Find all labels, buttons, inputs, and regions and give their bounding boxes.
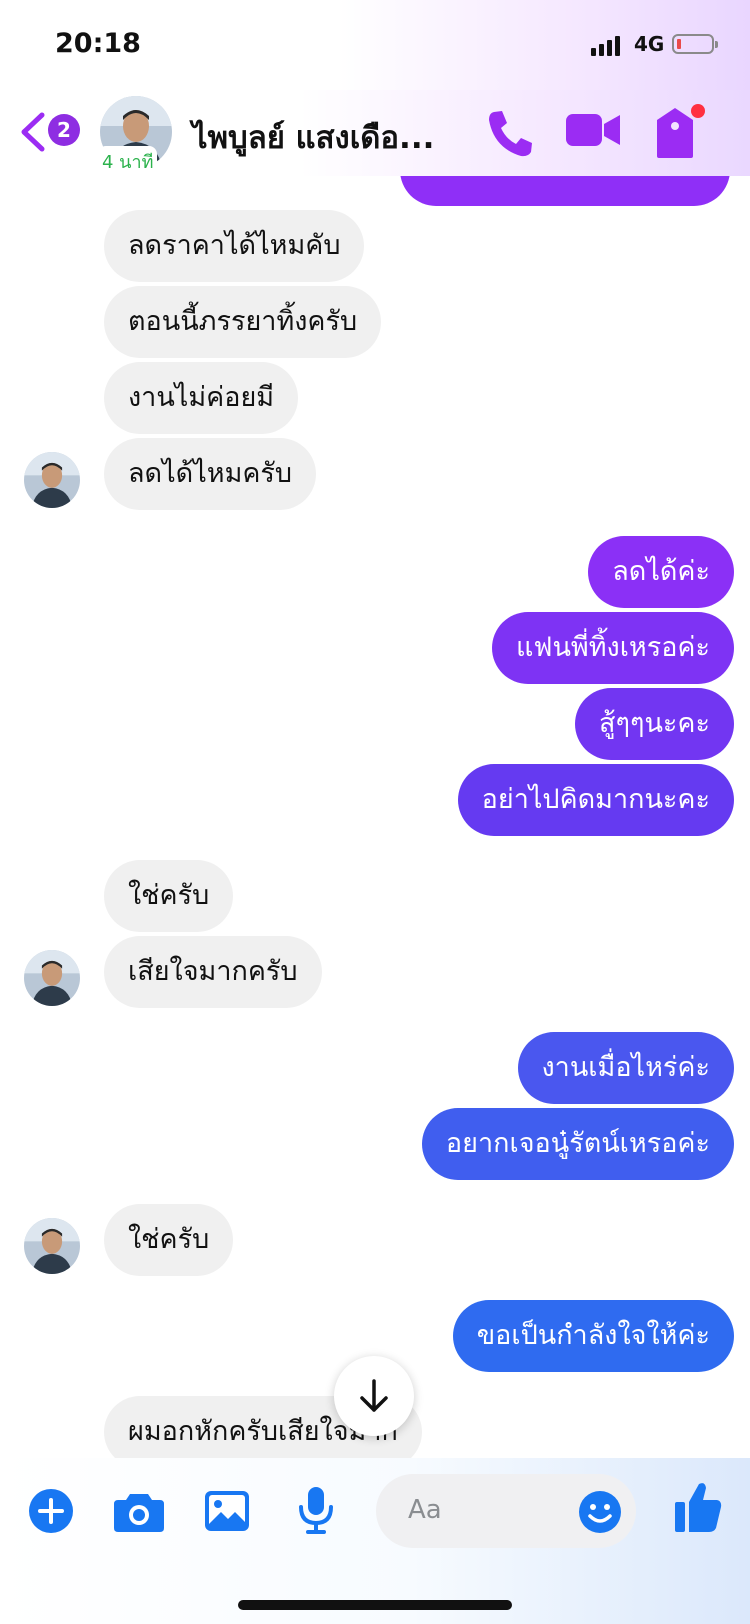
message-bubble-incoming[interactable]: ลดราคาได้ไหมคับ xyxy=(104,210,365,282)
signal-icon xyxy=(591,36,620,56)
video-camera-icon[interactable] xyxy=(566,110,620,150)
message-bubble-outgoing[interactable]: แฟนพี่ทิ้งเหรอค่ะ xyxy=(491,612,734,684)
image-icon[interactable] xyxy=(204,1490,250,1532)
message-bubble-incoming[interactable]: ตอนนี้ภรรยาทิ้งครับ xyxy=(104,286,382,358)
status-bar: 20:18 4G xyxy=(0,0,750,90)
phone-icon[interactable] xyxy=(486,108,532,158)
avatar[interactable] xyxy=(24,950,80,1006)
message-bubble-outgoing[interactable]: อยากเจอนู๋รัตน์เหรอค่ะ xyxy=(421,1108,734,1180)
back-button[interactable]: 2 xyxy=(18,110,82,154)
avatar[interactable] xyxy=(24,452,80,508)
message-bubble-outgoing[interactable]: อย่าไปคิดมากนะคะ xyxy=(457,764,734,836)
contact-name[interactable]: ไพบูลย์ แสงเดือ... xyxy=(192,112,434,162)
network-type: 4G xyxy=(634,32,665,56)
message-bubble-partial xyxy=(400,176,730,206)
camera-icon[interactable] xyxy=(114,1492,164,1532)
shop-tag-icon[interactable] xyxy=(656,102,710,160)
message-bubble-incoming[interactable]: ใช่ครับ xyxy=(104,860,234,932)
scroll-to-bottom-button[interactable] xyxy=(334,1356,414,1436)
home-indicator xyxy=(238,1600,512,1610)
message-list[interactable]: ลดราคาได้ไหมคับ ตอนนี้ภรรยาทิ้งครับ งานไ… xyxy=(0,176,750,1458)
message-bubble-outgoing[interactable]: งานเมื่อไหร่ค่ะ xyxy=(517,1032,734,1104)
message-bubble-outgoing[interactable]: สู้ๆๆนะคะ xyxy=(574,688,734,760)
active-time: 4 นาที xyxy=(98,146,158,177)
back-chevron-icon xyxy=(21,112,45,152)
message-input-container[interactable] xyxy=(376,1474,636,1548)
clock: 20:18 xyxy=(55,28,141,59)
message-bubble-outgoing[interactable]: ลดได้ค่ะ xyxy=(588,536,734,608)
battery-icon xyxy=(672,34,718,54)
arrow-down-icon xyxy=(360,1379,388,1412)
chat-header: 2 4 นาที ไพบูลย์ แสงเดือ... xyxy=(0,90,750,177)
message-bubble-incoming[interactable]: ใช่ครับ xyxy=(104,1204,234,1276)
emoji-icon[interactable] xyxy=(578,1490,622,1534)
plus-icon[interactable] xyxy=(28,1488,74,1534)
message-bubble-incoming[interactable]: งานไม่ค่อยมี xyxy=(104,362,299,434)
message-input[interactable] xyxy=(408,1490,558,1530)
message-bubble-outgoing[interactable]: ขอเป็นกำลังใจให้ค่ะ xyxy=(452,1300,734,1372)
microphone-icon[interactable] xyxy=(296,1486,336,1534)
unread-badge: 2 xyxy=(48,114,80,146)
message-bubble-incoming[interactable]: เสียใจมากครับ xyxy=(104,936,322,1008)
thumbs-up-icon[interactable] xyxy=(674,1480,722,1534)
message-bubble-incoming[interactable]: ลดได้ไหมครับ xyxy=(104,438,317,510)
avatar[interactable] xyxy=(24,1218,80,1274)
